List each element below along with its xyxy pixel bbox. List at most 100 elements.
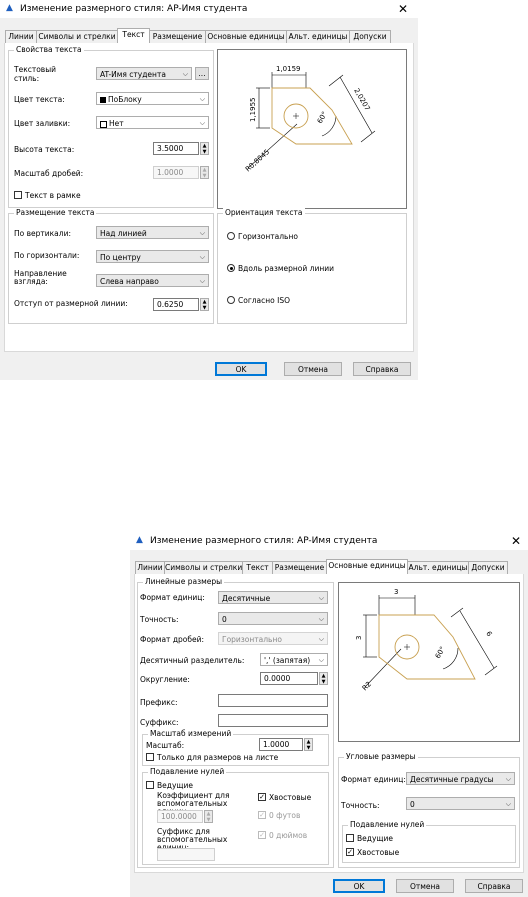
tab-tolerances[interactable]: Допуски (349, 30, 391, 43)
decimal-separator-select[interactable]: ',' (запятая) ⌵ (260, 653, 328, 666)
chevron-down-icon: ⌵ (318, 594, 324, 602)
tab-primary-units[interactable]: Основные единицы (205, 30, 287, 43)
help-button[interactable]: Справка (353, 362, 411, 376)
group-title: Ориентация текста (223, 208, 305, 217)
preview-dim-angle: 60° (316, 110, 329, 125)
orientation-horizontal-radio[interactable] (227, 232, 235, 240)
text-color-label: Цвет текста: (14, 95, 65, 104)
close-icon[interactable]: ✕ (511, 534, 521, 548)
group-text-properties: Свойства текста Текстовый стиль: AT-Имя … (8, 45, 214, 208)
tab-symbols[interactable]: Символы и стрелки (36, 30, 118, 43)
preview-dim-right: 6 (484, 630, 493, 638)
chevron-down-icon: ⌵ (199, 229, 205, 237)
angular-format-select[interactable]: Десятичные градусы ⌵ (406, 772, 515, 785)
chevron-down-icon: ⌵ (318, 635, 324, 643)
text-height-label: Высота текста: (14, 145, 75, 154)
help-button[interactable]: Справка (465, 879, 523, 893)
title-bar: ▲ Изменение размерного стиля: AP-Имя сту… (130, 532, 528, 550)
window-title: Изменение размерного стиля: AP-Имя студе… (150, 536, 378, 546)
vertical-label: По вертикали: (14, 229, 71, 238)
ok-button[interactable]: OK (333, 879, 385, 893)
group-title: Подавление нулей (348, 820, 427, 829)
text-style-select[interactable]: AT-Имя студента ⌵ (96, 67, 192, 80)
tab-fit[interactable]: Размещение (272, 561, 327, 574)
group-title: Масштаб измерений (148, 729, 234, 738)
vertical-select[interactable]: Над линией ⌵ (96, 226, 209, 239)
chevron-down-icon: ⌵ (318, 656, 324, 664)
dialog-text-tab: ▲ Изменение размерного стиля: AP-Имя сту… (0, 0, 418, 380)
suffix-input[interactable] (218, 714, 328, 727)
orientation-iso-radio[interactable] (227, 296, 235, 304)
angular-precision-select[interactable]: 0 ⌵ (406, 797, 515, 810)
tab-symbols[interactable]: Символы и стрелки (164, 561, 243, 574)
cancel-button[interactable]: Отмена (284, 362, 342, 376)
autocad-logo-icon: ▲ (136, 535, 143, 545)
angular-leading-label: Ведущие (357, 834, 393, 843)
sub-unit-factor-input: 100.0000 (157, 810, 203, 823)
tab-text[interactable]: Текст (117, 28, 150, 43)
chevron-down-icon: ⌵ (199, 277, 205, 285)
group-measurement-scale: Масштаб измерений Масштаб: 1.0000 ▲ ▼ Тол… (142, 729, 329, 766)
prefix-label: Префикс: (140, 698, 178, 707)
tab-primary-units[interactable]: Основные единицы (326, 559, 408, 574)
preview-dim-radius: R0,8045 (244, 148, 271, 174)
group-title: Свойства текста (14, 45, 84, 54)
scale-factor-label: Масштаб: (146, 741, 185, 750)
offset-spinner[interactable]: ▲ ▼ (200, 298, 209, 311)
group-title: Размещение текста (14, 208, 97, 217)
close-icon[interactable]: ✕ (398, 2, 408, 16)
group-text-placement: Размещение текста По вертикали: Над лини… (8, 208, 214, 324)
offset-label: Отступ от размерной линии: (14, 299, 128, 308)
precision-select[interactable]: 0 ⌵ (218, 612, 328, 625)
tab-fit[interactable]: Размещение (149, 30, 206, 43)
scale-factor-input[interactable]: 1.0000 (259, 738, 303, 751)
leading-zero-label: Ведущие (157, 781, 193, 790)
tab-lines[interactable]: Линии (135, 561, 165, 574)
tab-bar: Линии Символы и стрелки Текст Размещение… (134, 559, 524, 575)
decimal-separator-label: Десятичный разделитель: (140, 656, 245, 665)
chevron-down-icon: ⌵ (505, 800, 511, 808)
trailing-zero-checkbox[interactable]: ✓ (258, 793, 266, 801)
round-off-spinner[interactable]: ▲ ▼ (319, 672, 328, 685)
group-angular-zero-suppression: Подавление нулей Ведущие ✓ Хвостовые (342, 820, 516, 863)
layout-only-checkbox[interactable] (146, 753, 154, 761)
chevron-down-icon: ⌵ (182, 70, 188, 78)
leading-zero-checkbox[interactable] (146, 781, 154, 789)
zero-feet-label: 0 футов (269, 811, 301, 820)
chevron-down-icon: ⌵ (199, 95, 205, 103)
group-text-orientation: Ориентация текста Горизонтально Вдоль ра… (217, 208, 407, 324)
offset-input[interactable]: 0.6250 (153, 298, 199, 311)
text-height-spinner[interactable]: ▲ ▼ (200, 142, 209, 155)
fraction-scale-label: Масштаб дробей: (14, 169, 84, 178)
angular-trailing-checkbox[interactable]: ✓ (346, 848, 354, 856)
preview-dim-left: 1,1955 (249, 98, 257, 123)
orientation-aligned-radio[interactable] (227, 264, 235, 272)
preview-dim-angle: 60° (434, 645, 447, 660)
angular-leading-checkbox[interactable] (346, 834, 354, 842)
tab-panel: Свойства текста Текстовый стиль: AT-Имя … (4, 43, 414, 352)
frame-text-checkbox[interactable] (14, 191, 22, 199)
round-off-input[interactable]: 0.0000 (260, 672, 318, 685)
preview-dim-top: 1,0159 (276, 65, 301, 73)
unit-format-select[interactable]: Десятичные ⌵ (218, 591, 328, 604)
tab-alt-units[interactable]: Альт. единицы (286, 30, 350, 43)
scale-factor-spinner[interactable]: ▲ ▼ (304, 738, 313, 751)
view-direction-select[interactable]: Слева направо ⌵ (96, 274, 209, 287)
chevron-down-icon: ⌵ (199, 119, 205, 127)
tab-alt-units[interactable]: Альт. единицы (407, 561, 469, 574)
tab-lines[interactable]: Линии (5, 30, 37, 43)
horizontal-select[interactable]: По центру ⌵ (96, 250, 209, 263)
zero-inches-checkbox: ✓ (258, 831, 266, 839)
cancel-button[interactable]: Отмена (396, 879, 454, 893)
round-off-label: Округление: (140, 675, 190, 684)
fill-color-select[interactable]: Нет ⌵ (96, 116, 209, 129)
tab-text[interactable]: Текст (242, 561, 273, 574)
zero-feet-checkbox: ✓ (258, 811, 266, 819)
text-style-browse-button[interactable]: ... (195, 67, 209, 80)
text-height-input[interactable]: 3.5000 (153, 142, 199, 155)
ok-button[interactable]: OK (215, 362, 267, 376)
preview-image: 3 3 6 60° R2 (338, 582, 520, 742)
text-color-select[interactable]: ПоБлоку ⌵ (96, 92, 209, 105)
tab-tolerances[interactable]: Допуски (468, 561, 508, 574)
prefix-input[interactable] (218, 694, 328, 707)
